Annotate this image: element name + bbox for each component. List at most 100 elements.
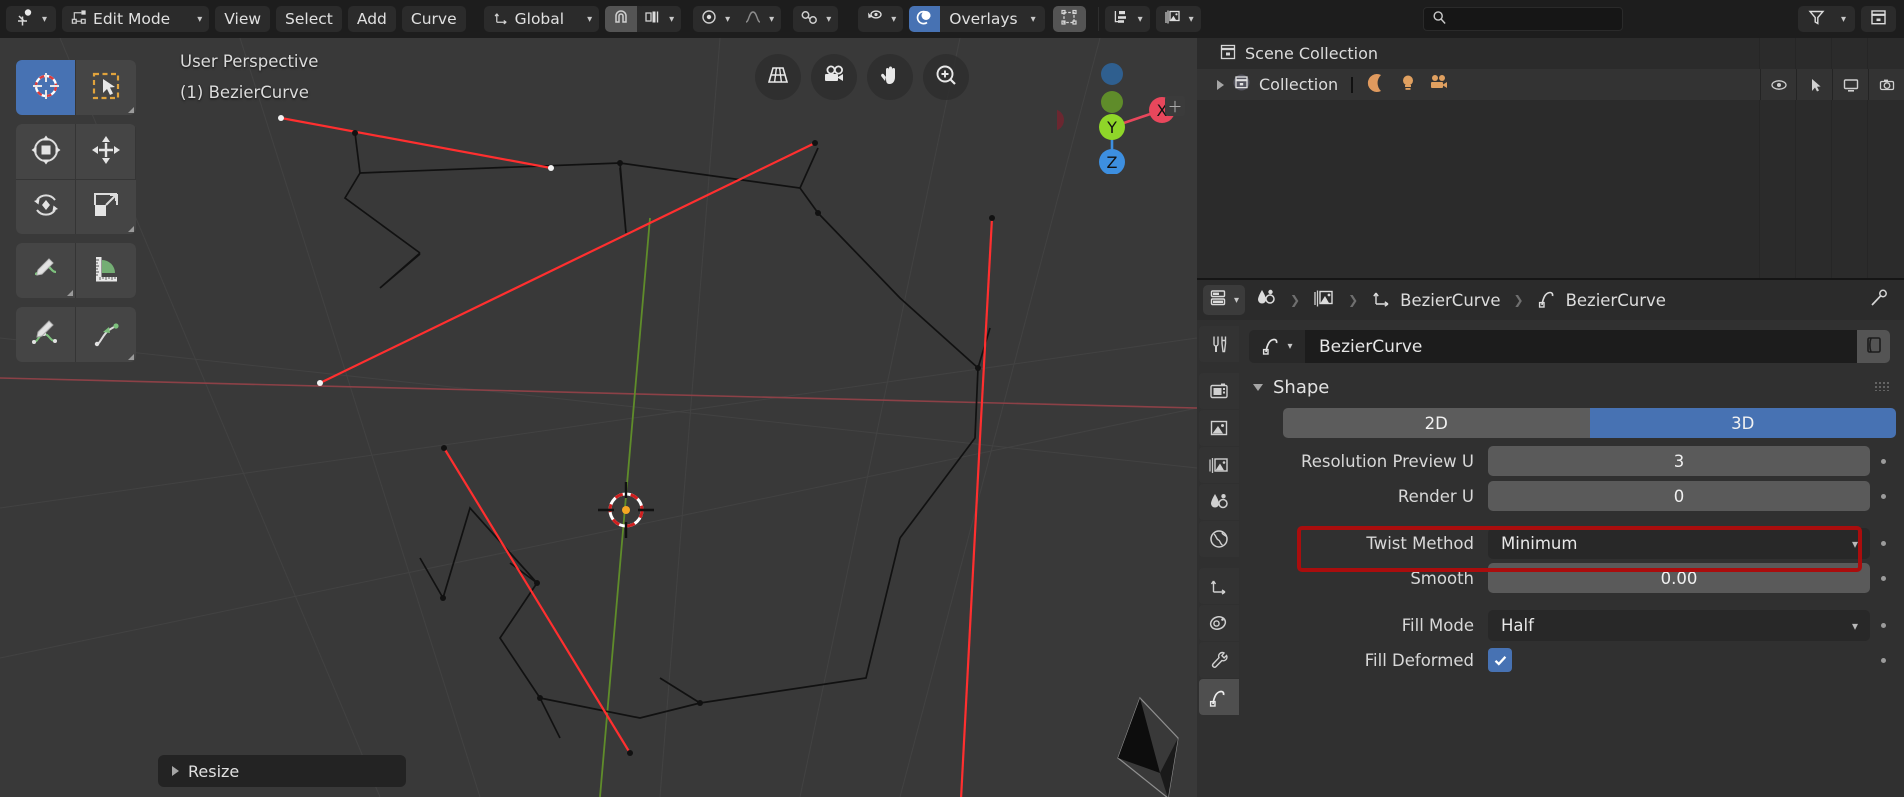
snap-target-selector[interactable]: ▾ [637, 6, 682, 32]
mode-label: Edit Mode [93, 10, 171, 28]
render-tab[interactable] [1199, 373, 1239, 409]
outliner-visibility-toggle[interactable] [1760, 69, 1796, 100]
field-control[interactable]: 0.00 [1488, 563, 1870, 593]
measure-tool[interactable] [76, 243, 136, 298]
scale-tool[interactable] [76, 179, 136, 234]
hand-icon [878, 63, 902, 91]
outliner-editor[interactable]: Scene Collection Collection [1197, 38, 1904, 280]
filter-button[interactable]: ▾ [1797, 6, 1855, 32]
outliner-row-collection[interactable]: Collection [1197, 69, 1904, 100]
breadcrumb-scene-icon[interactable] [1313, 287, 1335, 313]
datablock-browse-button[interactable]: ▾ [1249, 330, 1305, 363]
resolution-preview-u-input[interactable]: 3 [1488, 446, 1870, 476]
curve-data-tab[interactable] [1199, 679, 1239, 715]
menu-add[interactable]: Add [347, 6, 396, 32]
shading-image-button[interactable]: ▾ [1155, 6, 1201, 32]
outliner-render-toggle[interactable] [1868, 69, 1904, 100]
camera-view-button[interactable] [811, 54, 857, 100]
light-icon[interactable] [1398, 73, 1418, 97]
properties-editor-type-button[interactable]: ▾ [1203, 285, 1246, 315]
field-control[interactable]: Half ▾ [1488, 610, 1870, 641]
3d-viewport[interactable]: User Perspective (1) BezierCurve X Y Z ＋… [0, 38, 1197, 797]
constraints-tab[interactable] [1199, 642, 1239, 678]
mode-selector[interactable]: Edit Mode ▾ [62, 6, 210, 32]
shading-outliner-button[interactable]: ▾ [1104, 6, 1150, 32]
visibility-selector[interactable]: ▾ [858, 6, 904, 32]
field-control[interactable]: Minimum ▾ [1488, 528, 1870, 559]
animate-property-dot[interactable] [1870, 493, 1896, 499]
scene-tab[interactable] [1199, 484, 1239, 520]
tweak-cursor-tool[interactable] [16, 60, 76, 115]
pan-view-button[interactable] [867, 54, 913, 100]
tool-tab[interactable] [1199, 326, 1239, 362]
animate-property-dot[interactable] [1870, 657, 1896, 663]
mirror-selector[interactable]: ▾ [793, 6, 839, 32]
outliner-selectable-toggle[interactable] [1796, 69, 1832, 100]
chevron-down-icon: ▾ [725, 13, 731, 25]
view-layer-tab[interactable] [1199, 447, 1239, 483]
animate-property-dot[interactable] [1870, 622, 1896, 628]
breadcrumb-curve-data-label[interactable]: BezierCurve [1566, 291, 1666, 310]
menu-view[interactable]: View [215, 6, 271, 32]
camera-icon[interactable] [1428, 72, 1450, 98]
fake-user-button[interactable] [1857, 330, 1890, 363]
zoom-view-button[interactable] [923, 54, 969, 100]
fill-mode-dropdown[interactable]: Half ▾ [1488, 610, 1870, 641]
breadcrumb-object-label[interactable]: BezierCurve [1400, 291, 1500, 310]
select-box-tool[interactable] [76, 60, 136, 115]
breadcrumb-separator-icon: ❯ [1290, 293, 1301, 307]
pivot-point-selector[interactable]: ▾ [693, 6, 737, 32]
viewport-toolbar-expand-button[interactable]: ＋ [1165, 96, 1185, 116]
field-control[interactable]: 3 [1488, 446, 1870, 476]
outliner-row-scene-collection[interactable]: Scene Collection [1197, 38, 1904, 69]
search-input[interactable] [1422, 7, 1623, 31]
output-tab[interactable] [1199, 410, 1239, 446]
extrude-curve-tool[interactable] [76, 307, 136, 362]
pivot-point-icon [700, 8, 718, 30]
collection-filter-button[interactable] [1861, 6, 1896, 32]
properties-editor[interactable]: ▾ ❯ ❯ BezierCurve ❯ BezierCurve ▾ Bezier… [1197, 280, 1904, 797]
outliner-restriction-columns [1760, 69, 1904, 100]
animate-property-dot[interactable] [1870, 540, 1896, 546]
pin-icon[interactable] [1868, 287, 1890, 313]
expand-triangle-icon[interactable] [1217, 79, 1224, 90]
proportional-edit-selector[interactable]: ▾ [737, 6, 781, 32]
outliner-viewport-toggle[interactable] [1832, 69, 1868, 100]
tool-more-corner [128, 354, 134, 360]
xray-toggle[interactable] [1052, 6, 1086, 32]
render-u-input[interactable]: 0 [1488, 481, 1870, 511]
overlays-dropdown[interactable]: Overlays ▾ [940, 6, 1044, 32]
draw-curve-tool[interactable] [16, 307, 76, 362]
fill-deformed-checkbox[interactable] [1488, 648, 1512, 672]
editor-type-button[interactable]: ▾ [6, 6, 57, 32]
move-tool[interactable] [76, 124, 136, 179]
animate-property-dot[interactable] [1870, 458, 1896, 464]
dimension-3d-button[interactable]: 3D [1589, 408, 1896, 438]
modifiers-tab[interactable] [1199, 605, 1239, 641]
rotate-tool[interactable] [16, 124, 76, 179]
dimension-2d-button[interactable]: 2D [1283, 408, 1590, 438]
twist-method-dropdown[interactable]: Minimum ▾ [1488, 528, 1870, 559]
toggle-perspective-button[interactable] [755, 54, 801, 100]
datablock-name-input[interactable]: BezierCurve [1305, 330, 1857, 363]
navigation-gizmo[interactable]: X Y Z [1042, 54, 1177, 175]
field-twist-method: Twist Method Minimum ▾ [1241, 528, 1904, 559]
transform-tool[interactable] [16, 179, 76, 234]
menu-curve[interactable]: Curve [401, 6, 466, 32]
operator-panel[interactable]: Resize [158, 755, 406, 787]
annotate-tool[interactable] [16, 243, 76, 298]
breadcrumb-material-icon[interactable] [1255, 287, 1277, 313]
field-control[interactable]: 0 [1488, 481, 1870, 511]
mesh-curve-icon[interactable] [1366, 72, 1388, 98]
snap-toggle[interactable] [605, 6, 638, 32]
smooth-input[interactable]: 0.00 [1488, 563, 1870, 593]
field-control[interactable] [1488, 645, 1870, 675]
panel-drag-grip[interactable] [1874, 381, 1890, 391]
overlays-toggle[interactable] [909, 6, 941, 32]
shape-panel-header[interactable]: Shape [1241, 363, 1904, 408]
transform-orientation-selector[interactable]: Global ▾ [483, 6, 600, 32]
object-tab[interactable] [1199, 568, 1239, 604]
menu-select[interactable]: Select [276, 6, 342, 32]
world-tab[interactable] [1199, 521, 1239, 557]
animate-property-dot[interactable] [1870, 575, 1896, 581]
